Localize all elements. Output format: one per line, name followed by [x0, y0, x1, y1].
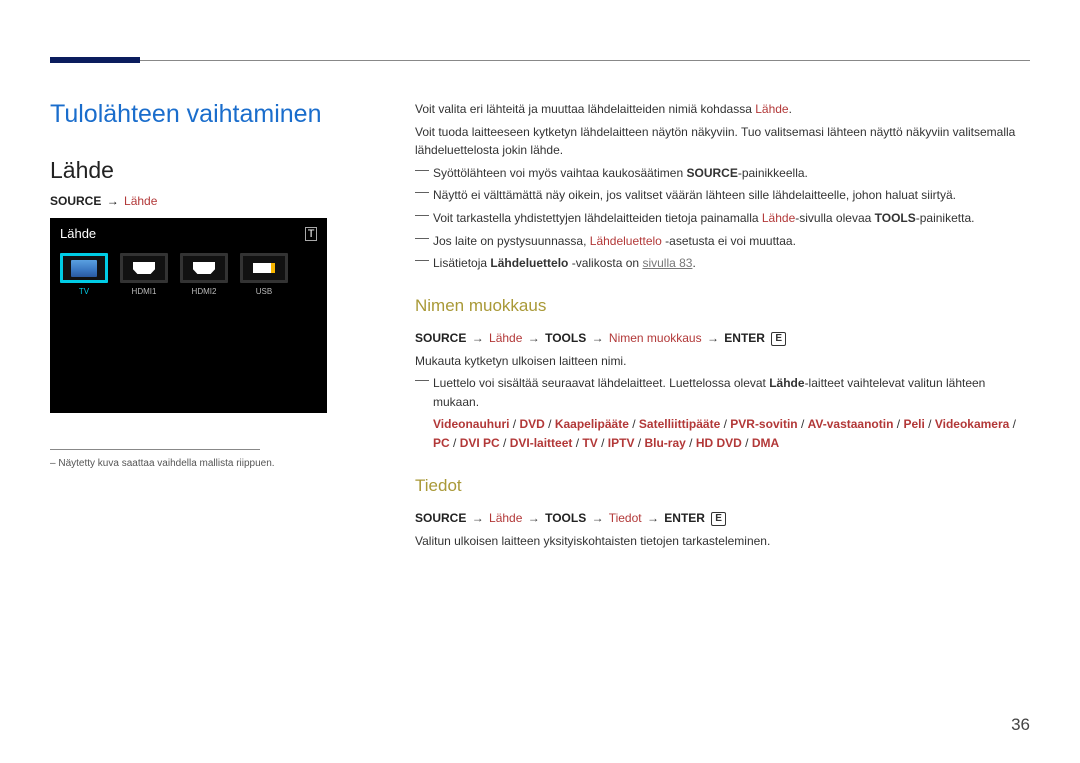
- device-list: Videonauhuri / DVD / Kaapelipääte / Sate…: [433, 415, 1030, 452]
- enter-icon: E: [711, 512, 726, 526]
- accent-bar: [50, 57, 140, 63]
- intro-paragraph-1: Voit valita eri lähteitä ja muuttaa lähd…: [415, 100, 1030, 119]
- menu-path-info: SOURCE → Lähde → TOOLS → Tiedot → ENTER …: [415, 509, 1030, 528]
- preview-header: Lähde T: [50, 218, 327, 249]
- preview-footnote: – Näytetty kuva saattaa vaihdella mallis…: [50, 458, 375, 469]
- device-name: DVD: [519, 417, 544, 431]
- device-name: Videokamera: [935, 417, 1010, 431]
- section-title: Lähde: [50, 157, 375, 184]
- note-item: ― Jos laite on pystysuunnassa, Lähdeluet…: [415, 232, 1030, 251]
- device-name: PC: [433, 436, 450, 450]
- note-item: ― Näyttö ei välttämättä näy oikein, jos …: [415, 186, 1030, 205]
- edit-name-description: Mukauta kytketyn ulkoisen laitteen nimi.: [415, 352, 1030, 371]
- preview-source-list: TV HDMI1 HDMI2 USB: [50, 249, 327, 296]
- note-item: ― Syöttölähteen voi myös vaihtaa kaukosä…: [415, 164, 1030, 183]
- usb-icon: [240, 253, 288, 283]
- device-name: Blu-ray: [644, 436, 685, 450]
- edit-name-heading: Nimen muokkaus: [415, 293, 1030, 319]
- device-name: Satelliittipääte: [639, 417, 720, 431]
- note-item: ― Lisätietoja Lähdeluettelo -valikosta o…: [415, 254, 1030, 273]
- source-item-hdmi2: HDMI2: [178, 253, 230, 296]
- tv-icon: [60, 253, 108, 283]
- source-item-tv: TV: [58, 253, 110, 296]
- source-item-hdmi1: HDMI1: [118, 253, 170, 296]
- device-name: DMA: [752, 436, 779, 450]
- device-name: AV-vastaanotin: [808, 417, 894, 431]
- tools-icon: T: [305, 227, 317, 241]
- device-name: Peli: [903, 417, 924, 431]
- path-source: SOURCE: [50, 194, 101, 208]
- menu-path-edit-name: SOURCE → Lähde → TOOLS → Nimen muokkaus …: [415, 329, 1030, 348]
- menu-path-lahde: SOURCE → Lähde: [50, 194, 375, 208]
- path-lahde: Lähde: [124, 194, 157, 208]
- hdmi-icon: [180, 253, 228, 283]
- source-menu-preview: Lähde T TV HDMI1 HDMI2 USB: [50, 218, 327, 413]
- device-name: HD DVD: [696, 436, 742, 450]
- info-heading: Tiedot: [415, 473, 1030, 499]
- device-name: DVI-laitteet: [510, 436, 573, 450]
- note-item: ― Voit tarkastella yhdistettyjen lähdela…: [415, 209, 1030, 228]
- page-83-link[interactable]: sivulla 83: [642, 256, 692, 270]
- hdmi-icon: [120, 253, 168, 283]
- intro-paragraph-2: Voit tuoda laitteeseen kytketyn lähdelai…: [415, 123, 1030, 160]
- device-name: Kaapelipääte: [555, 417, 629, 431]
- device-name: IPTV: [608, 436, 635, 450]
- device-name: Videonauhuri: [433, 417, 509, 431]
- info-description: Valitun ulkoisen laitteen yksityiskohtai…: [415, 532, 1030, 551]
- chapter-title: Tulolähteen vaihtaminen: [50, 100, 375, 129]
- enter-icon: E: [771, 332, 786, 346]
- top-rule: [50, 60, 1030, 61]
- device-name: TV: [582, 436, 597, 450]
- preview-title: Lähde: [60, 226, 96, 241]
- page-top-border: [50, 60, 1030, 61]
- note-item: ― Luettelo voi sisältää seuraavat lähdel…: [415, 374, 1030, 452]
- source-item-usb: USB: [238, 253, 290, 296]
- footnote-divider: [50, 449, 260, 450]
- page-number: 36: [1011, 715, 1030, 735]
- device-name: PVR-sovitin: [730, 417, 797, 431]
- device-name: DVI PC: [460, 436, 500, 450]
